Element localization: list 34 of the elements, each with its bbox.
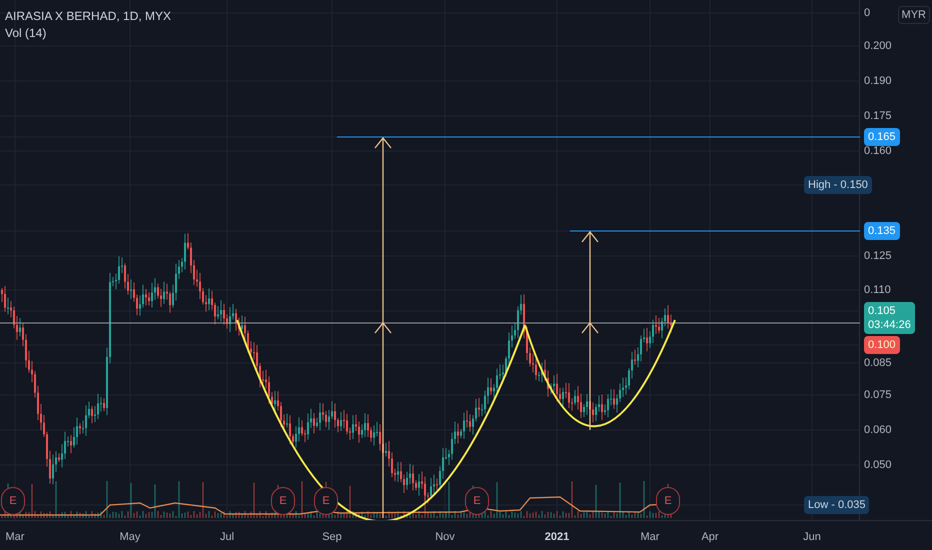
time-label: May — [120, 530, 140, 545]
price-label: 0.075 — [864, 388, 892, 403]
price-label: 0 — [864, 6, 870, 21]
price-label: 0.110 — [864, 283, 891, 298]
time-label: Jun — [803, 530, 821, 545]
price-label: 0.060 — [864, 423, 892, 438]
indicator-label: Vol (14) — [5, 26, 48, 40]
price-label: 0.125 — [864, 249, 892, 264]
earnings-marker[interactable]: E — [656, 487, 680, 515]
price-label: 0.050 — [864, 458, 892, 473]
price-label: 0.105 03:44:26 — [864, 302, 915, 334]
earnings-marker[interactable]: E — [271, 487, 295, 515]
price-label: 0.200 — [864, 39, 892, 54]
earnings-marker[interactable]: E — [314, 487, 338, 515]
chart-title: AIRASIA X BERHAD, 1D, MYX — [5, 9, 172, 23]
time-label: Mar — [640, 530, 660, 545]
price-label: Low - 0.035 — [804, 496, 870, 514]
earnings-marker[interactable]: E — [465, 487, 489, 515]
time-label: Jul — [220, 530, 234, 545]
time-label: Apr — [701, 530, 719, 545]
time-label: Mar — [6, 530, 24, 545]
price-label: 0.160 — [864, 144, 892, 159]
price-label: 0.085 — [864, 356, 892, 371]
price-label: High - 0.150 — [804, 176, 872, 194]
price-label: 0.175 — [864, 109, 892, 124]
price-label: 0.165 — [864, 128, 900, 146]
price-label: 0.190 — [864, 74, 892, 89]
time-label: 2021 — [544, 530, 570, 545]
price-label: 0.100 — [864, 336, 900, 354]
price-label: 0.135 — [864, 222, 900, 240]
earnings-marker[interactable]: E — [1, 487, 25, 515]
currency-badge[interactable]: MYR — [898, 6, 930, 24]
time-label: Nov — [435, 530, 455, 545]
time-label: Sep — [322, 530, 342, 545]
